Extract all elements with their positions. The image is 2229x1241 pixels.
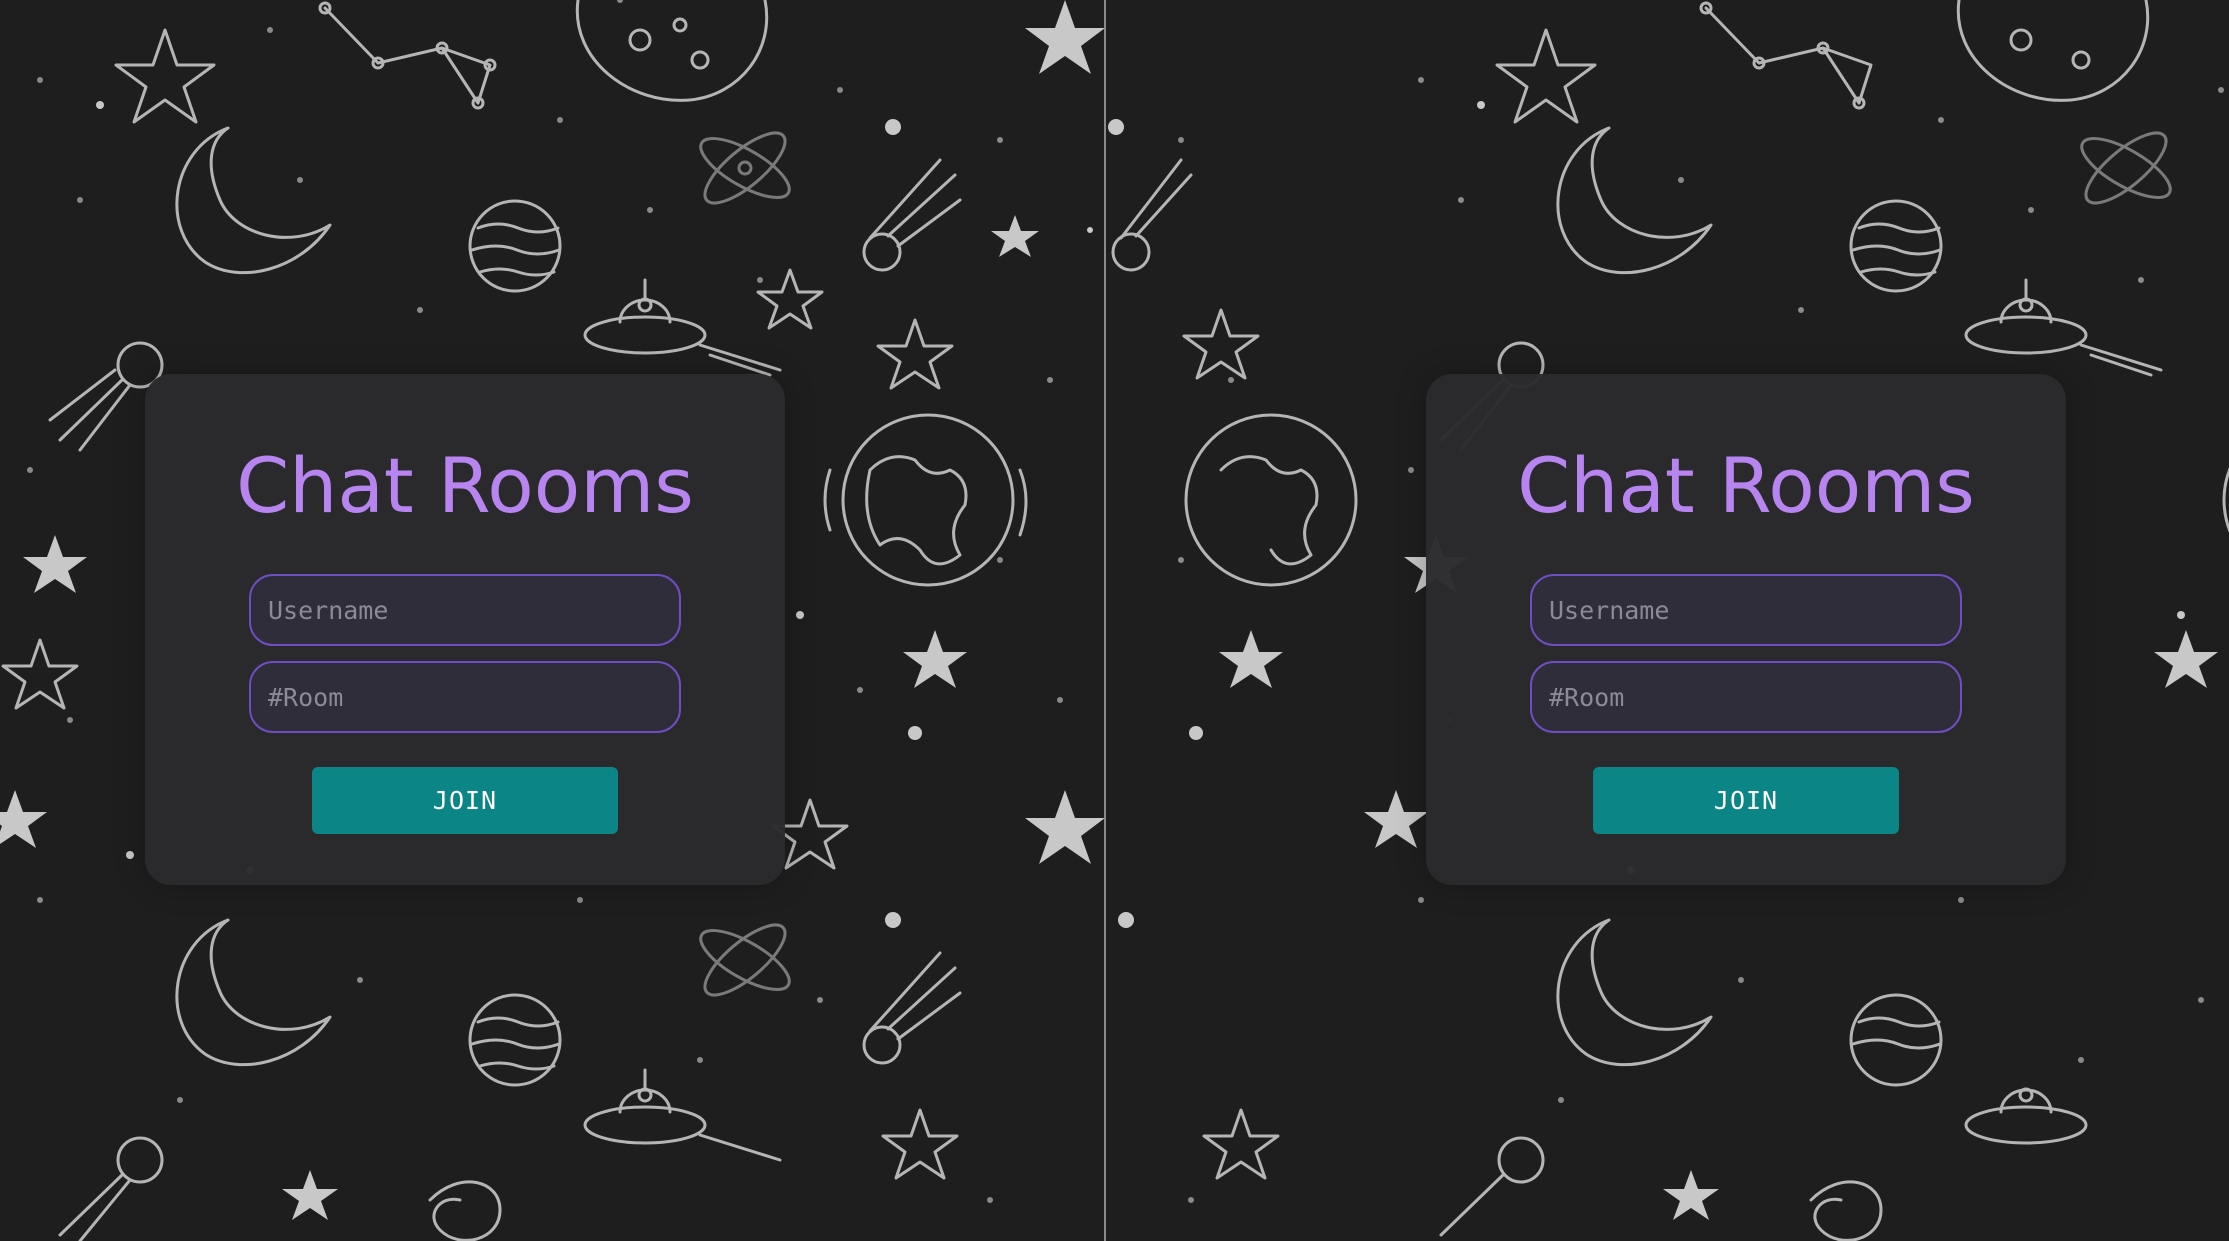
planet-icon [468, 199, 562, 293]
earth-icon [1184, 413, 1358, 587]
star-icon [876, 318, 954, 390]
username-input[interactable] [1530, 574, 1962, 646]
comet-icon [1111, 158, 1193, 272]
earth-icon [823, 413, 1028, 587]
left-panel: Chat Rooms JOIN [0, 0, 1104, 1241]
planet-icon [468, 993, 562, 1087]
moon-icon [1556, 126, 1713, 275]
earth-icon [2222, 467, 2229, 533]
join-button[interactable]: JOIN [312, 767, 618, 834]
moon-icon [1556, 918, 1713, 1067]
ufo-icon [1964, 278, 2163, 377]
comet-icon [862, 158, 962, 272]
constellation-icon [318, 1, 497, 110]
moon-crater-icon [1956, 0, 2150, 102]
page-title: Chat Rooms [1517, 441, 1975, 530]
star-icon [881, 1108, 959, 1180]
atom-icon [699, 131, 791, 205]
atom-icon [699, 923, 791, 997]
join-button[interactable]: JOIN [1593, 767, 1899, 834]
ufo-icon [583, 278, 782, 377]
page-title: Chat Rooms [236, 441, 694, 530]
constellation-icon [1699, 1, 1873, 110]
join-card: Chat Rooms JOIN [145, 374, 785, 885]
star-icon [114, 28, 216, 124]
galaxy-icon [1809, 1180, 1883, 1241]
ufo-icon [583, 1068, 782, 1162]
room-input[interactable] [1530, 661, 1962, 733]
comet-icon [862, 951, 962, 1065]
planet-icon [1849, 199, 1943, 293]
star-icon [1202, 1108, 1280, 1180]
star-icon [1182, 308, 1260, 380]
star-icon [756, 268, 824, 330]
star-icon [1, 638, 79, 710]
moon-icon [175, 918, 332, 1067]
ufo-icon [1964, 1087, 2088, 1145]
star-icon [1495, 28, 1597, 124]
planet-icon [1849, 993, 1943, 1087]
moon-crater-icon [575, 0, 769, 102]
right-panel: Chat Rooms JOIN [1106, 0, 2229, 1241]
username-input[interactable] [249, 574, 681, 646]
join-card: Chat Rooms JOIN [1426, 374, 2066, 885]
satellite-icon [1439, 1136, 1545, 1237]
atom-icon [2080, 131, 2172, 205]
room-input[interactable] [249, 661, 681, 733]
moon-icon [175, 126, 332, 275]
satellite-icon [58, 1136, 164, 1241]
galaxy-icon [428, 1180, 502, 1241]
